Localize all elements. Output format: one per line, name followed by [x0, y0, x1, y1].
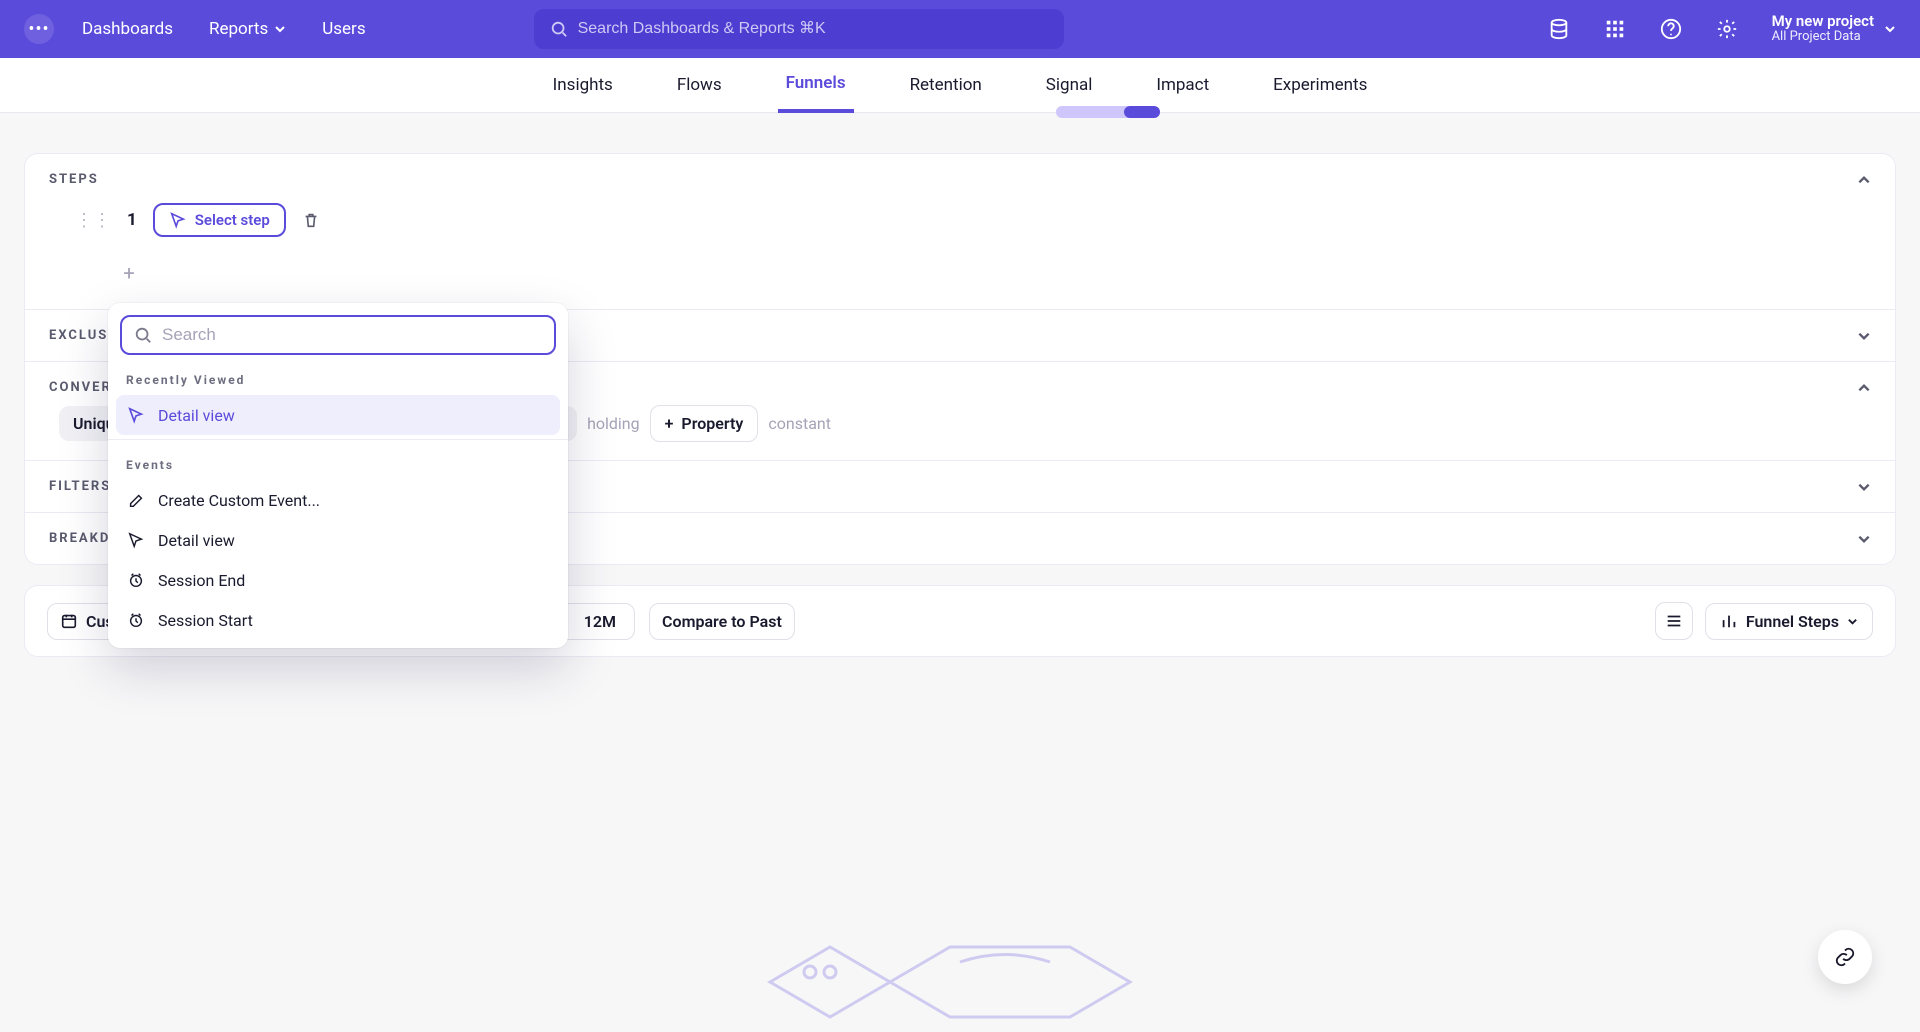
select-step-button[interactable]: Select step — [153, 203, 286, 237]
trash-icon[interactable] — [302, 211, 320, 229]
conversion-constant-label: constant — [768, 414, 831, 433]
dropdown-item-label: Create Custom Event... — [158, 491, 320, 510]
global-search-input[interactable] — [578, 20, 1048, 38]
conversion-holding-label: holding — [587, 414, 640, 433]
chevron-down-icon — [1847, 616, 1858, 627]
tab-funnels[interactable]: Funnels — [778, 57, 854, 113]
table-view-button[interactable] — [1655, 602, 1693, 640]
nav-reports-label: Reports — [209, 19, 268, 39]
tab-impact[interactable]: Impact — [1148, 59, 1217, 111]
add-step-button[interactable]: + — [115, 259, 143, 287]
primary-nav: Dashboards Reports Users — [82, 19, 366, 39]
cursor-click-icon — [126, 405, 146, 425]
tab-flows[interactable]: Flows — [669, 59, 730, 111]
nav-reports[interactable]: Reports — [209, 19, 286, 39]
plus-icon: + — [665, 414, 674, 433]
more-menu-button[interactable]: ••• — [24, 14, 54, 44]
section-steps-header[interactable]: Steps — [25, 154, 1895, 197]
step-picker-dropdown: Recently Viewed Detail view Events Creat… — [108, 303, 568, 648]
calendar-icon — [60, 612, 78, 630]
search-icon — [550, 20, 568, 38]
section-filters-label: Filters — [49, 479, 111, 494]
gear-icon[interactable] — [1716, 18, 1738, 40]
search-icon — [134, 326, 152, 344]
chevron-down-icon — [274, 23, 286, 35]
steps-body: ⋮⋮ 1 Select step — [25, 197, 1895, 253]
project-name: My new project — [1772, 13, 1874, 30]
clock-icon — [126, 610, 146, 630]
compare-to-past-button[interactable]: Compare to Past — [649, 603, 795, 640]
cursor-click-icon — [169, 211, 187, 229]
toolbar-right: Funnel Steps — [1655, 602, 1873, 640]
partial-element — [1056, 106, 1160, 118]
tab-insights[interactable]: Insights — [545, 59, 621, 111]
list-icon — [1665, 612, 1683, 630]
dropdown-divider — [108, 439, 568, 440]
tab-experiments[interactable]: Experiments — [1265, 59, 1375, 111]
project-subtitle: All Project Data — [1772, 30, 1874, 45]
tab-signal[interactable]: Signal — [1038, 59, 1101, 111]
link-icon — [1834, 946, 1856, 968]
step-number: 1 — [127, 210, 137, 230]
empty-state-illustration — [730, 872, 1180, 1032]
section-steps-label: Steps — [49, 172, 99, 187]
dropdown-group-events: Events — [116, 444, 560, 480]
dropdown-item-create-custom[interactable]: Create Custom Event... — [116, 480, 560, 520]
nav-dashboards[interactable]: Dashboards — [82, 19, 173, 39]
edit-icon — [126, 490, 146, 510]
dropdown-item-label: Session Start — [158, 611, 253, 630]
chevron-down-icon — [1857, 329, 1871, 343]
top-nav: ••• Dashboards Reports Users My new proj… — [0, 0, 1920, 58]
dropdown-search-input[interactable] — [162, 325, 542, 345]
bar-chart-icon — [1720, 612, 1738, 630]
project-switcher[interactable]: My new project All Project Data — [1772, 13, 1896, 45]
dropdown-item-label: Session End — [158, 571, 245, 590]
cursor-click-icon — [126, 530, 146, 550]
property-label: Property — [681, 414, 743, 433]
range-12m[interactable]: 12M — [566, 604, 634, 639]
clock-icon — [126, 570, 146, 590]
chart-type-selector[interactable]: Funnel Steps — [1705, 603, 1873, 640]
dropdown-item-session-end[interactable]: Session End — [116, 560, 560, 600]
chevron-down-icon — [1884, 23, 1896, 35]
report-tabs: Insights Flows Funnels Retention Signal … — [0, 58, 1920, 113]
apps-icon[interactable] — [1604, 18, 1626, 40]
dropdown-search[interactable] — [120, 315, 556, 355]
add-property-button[interactable]: + Property — [650, 405, 759, 442]
chart-type-label: Funnel Steps — [1746, 612, 1839, 631]
drag-handle-icon[interactable]: ⋮⋮ — [75, 210, 111, 231]
global-search[interactable] — [534, 9, 1064, 49]
database-icon[interactable] — [1548, 18, 1570, 40]
nav-users[interactable]: Users — [322, 19, 365, 39]
chevron-down-icon — [1857, 532, 1871, 546]
chevron-up-icon — [1857, 173, 1871, 187]
add-step-row: + — [25, 253, 1895, 309]
dropdown-item-label: Detail view — [158, 406, 235, 425]
topbar-right: My new project All Project Data — [1548, 13, 1896, 45]
chevron-down-icon — [1857, 480, 1871, 494]
link-fab[interactable] — [1818, 930, 1872, 984]
dropdown-item-detail-view[interactable]: Detail view — [116, 520, 560, 560]
dropdown-item-session-start[interactable]: Session Start — [116, 600, 560, 640]
dropdown-group-recent: Recently Viewed — [116, 359, 560, 395]
select-step-label: Select step — [195, 211, 270, 229]
dropdown-item-detail-view-recent[interactable]: Detail view — [116, 395, 560, 435]
tab-retention[interactable]: Retention — [902, 59, 990, 111]
chevron-up-icon — [1857, 381, 1871, 395]
dropdown-item-label: Detail view — [158, 531, 235, 550]
help-icon[interactable] — [1660, 18, 1682, 40]
compare-label: Compare to Past — [662, 612, 782, 631]
